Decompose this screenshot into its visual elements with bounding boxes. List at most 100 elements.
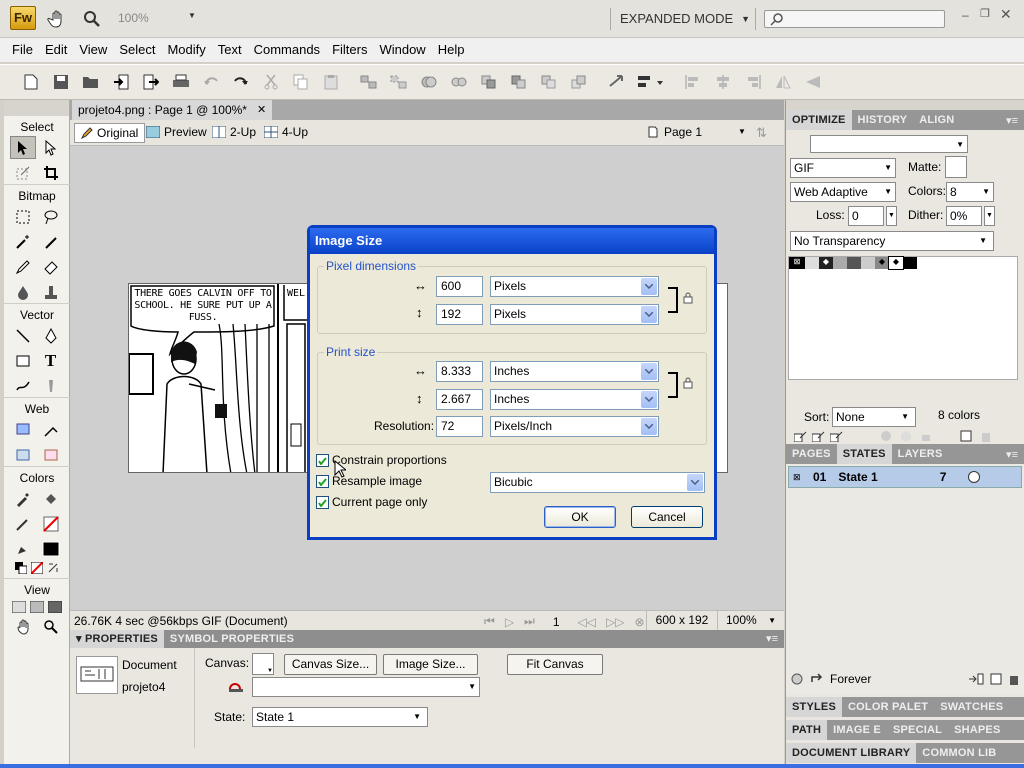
web-snap-icon[interactable] [880, 430, 892, 442]
current-page-only-checkbox[interactable] [316, 496, 329, 509]
last-frame-icon[interactable]: ⏭ [524, 614, 535, 629]
menu-commands[interactable]: Commands [248, 38, 326, 62]
pixel-height-input[interactable]: 192 [436, 304, 483, 325]
tab-pages[interactable]: PAGES [786, 444, 837, 464]
hotspot-tool-icon[interactable] [10, 418, 36, 441]
align-right-icon[interactable] [742, 71, 764, 93]
send-backward-icon[interactable] [538, 71, 560, 93]
align-left-icon[interactable] [682, 71, 704, 93]
resample-image-label[interactable]: Resample image [332, 474, 422, 488]
lock-icon[interactable] [920, 430, 932, 442]
print-height-input[interactable]: 2.667 [436, 389, 483, 410]
bring-front-icon[interactable] [478, 71, 500, 93]
format-dropdown[interactable]: GIF ▼ [790, 158, 896, 178]
rectangle-tool-icon[interactable] [10, 349, 36, 372]
hide-slices-icon[interactable] [10, 443, 36, 466]
tab-original[interactable]: Original [74, 123, 146, 143]
distribute-states-icon[interactable] [968, 672, 984, 686]
export-icon[interactable] [140, 71, 162, 93]
swatch[interactable] [833, 257, 847, 269]
tab-image-editing[interactable]: IMAGE E [827, 720, 887, 740]
cube-icon[interactable] [900, 430, 912, 442]
canvas-effect-dropdown[interactable]: ▼ [252, 677, 480, 697]
menu-text[interactable]: Text [212, 38, 248, 62]
copy-icon[interactable] [290, 71, 312, 93]
matte-swatch[interactable] [945, 156, 967, 178]
show-slices-icon[interactable] [38, 443, 64, 466]
subselect-tool-icon[interactable] [38, 136, 64, 159]
send-back-icon[interactable] [568, 71, 590, 93]
lock-icon[interactable] [683, 377, 693, 389]
freeform-tool-icon[interactable] [10, 374, 36, 397]
pointer-tool-icon[interactable] [9, 136, 36, 159]
panel-menu-icon[interactable]: ▾≡ [1006, 114, 1018, 127]
standard-screen-icon[interactable] [11, 601, 26, 613]
bring-forward-icon[interactable] [508, 71, 530, 93]
cut-icon[interactable] [260, 71, 282, 93]
swatch[interactable] [847, 257, 861, 269]
tab-states[interactable]: STATES [836, 444, 892, 464]
line-tool-icon[interactable] [10, 324, 36, 347]
next-frame-icon[interactable]: ▷▷ [606, 615, 624, 629]
ok-button[interactable]: OK [544, 506, 616, 528]
flip-horizontal-icon[interactable] [772, 71, 794, 93]
brush-tool-icon[interactable] [38, 230, 64, 253]
menu-select[interactable]: Select [113, 38, 161, 62]
color-table[interactable]: ⊠ ◆ ◆ ◆ [788, 256, 1018, 380]
first-frame-icon[interactable]: ⏮ [484, 614, 495, 629]
pixel-width-input[interactable]: 600 [436, 276, 483, 297]
marquee-tool-icon[interactable] [10, 205, 36, 228]
loss-dropdown-arrow[interactable]: ▼ [886, 206, 897, 226]
tab-2up[interactable]: 2-Up [212, 125, 256, 139]
tab-swatches[interactable]: SWATCHES [934, 697, 1009, 717]
flip-vertical-icon[interactable] [802, 71, 824, 93]
print-width-input[interactable]: 8.333 [436, 361, 483, 382]
new-state-icon[interactable] [990, 673, 1002, 685]
tab-layers[interactable]: LAYERS [892, 444, 949, 464]
scale-tool-icon[interactable] [10, 161, 36, 184]
panel-menu-icon[interactable]: ▾≡ [1006, 448, 1018, 461]
optimize-preset-dropdown[interactable]: ▼ [810, 135, 968, 153]
ungroup-icon[interactable] [388, 71, 410, 93]
swatch[interactable] [861, 257, 875, 269]
align-center-icon[interactable] [712, 71, 734, 93]
transparent-color-icon[interactable] [812, 430, 826, 442]
pixel-width-unit-dropdown[interactable]: Pixels [490, 276, 659, 297]
state-checkbox-icon[interactable]: ⊠ [793, 472, 807, 483]
import-icon[interactable] [110, 71, 132, 93]
swatch[interactable] [903, 257, 917, 269]
save-icon[interactable] [50, 71, 72, 93]
zoom-dropdown[interactable]: 100% ▼ [722, 611, 780, 630]
fill-color-none-icon[interactable] [38, 512, 64, 535]
current-page-only-label[interactable]: Current page only [332, 495, 427, 509]
lasso-tool-icon[interactable] [38, 205, 64, 228]
swatch-locked[interactable]: ⊠ [789, 257, 805, 269]
paint-bucket-tool-icon[interactable] [38, 487, 64, 510]
no-color-icon[interactable] [30, 562, 43, 574]
delete-state-icon[interactable] [1008, 673, 1020, 685]
document-tab[interactable]: projeto4.png : Page 1 @ 100%* ✕ [72, 100, 273, 120]
join-icon[interactable] [418, 71, 440, 93]
slice-tool-icon[interactable] [38, 418, 64, 441]
swatch[interactable]: ◆ [819, 257, 833, 269]
page-options-icon[interactable]: ⇅ [756, 125, 767, 141]
canvas-color-swatch[interactable]: ▼ [252, 653, 274, 675]
search-input[interactable] [764, 10, 945, 28]
tab-styles[interactable]: STYLES [786, 697, 842, 717]
tab-preview[interactable]: Preview [146, 125, 207, 139]
prev-frame-icon[interactable]: ◁◁ [578, 615, 596, 629]
pixel-height-unit-dropdown[interactable]: Pixels [490, 304, 659, 325]
eraser-tool-icon[interactable] [38, 255, 64, 278]
open-icon[interactable] [80, 71, 102, 93]
full-screen-menu-icon[interactable] [29, 601, 44, 613]
resample-method-dropdown[interactable]: Bicubic [490, 472, 705, 493]
align-icon[interactable] [636, 71, 666, 93]
split-icon[interactable] [448, 71, 470, 93]
knife-tool-icon[interactable] [38, 374, 64, 397]
tab-special-characters[interactable]: SPECIAL [887, 720, 948, 740]
close-tab-icon[interactable]: ✕ [257, 100, 266, 120]
menu-window[interactable]: Window [373, 38, 431, 62]
stroke-swatch-icon[interactable] [10, 537, 36, 560]
menu-file[interactable]: File [6, 38, 39, 62]
swatch[interactable]: ◆ [888, 256, 904, 270]
